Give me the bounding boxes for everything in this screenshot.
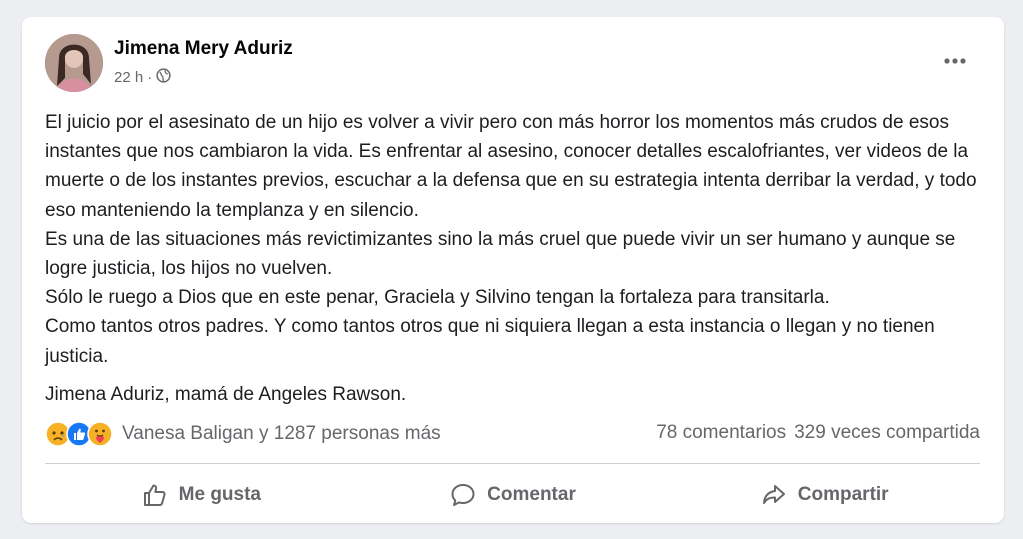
reaction-names[interactable]: Vanesa Baligan y 1287 personas más (122, 423, 441, 445)
thumbs-up-icon (143, 484, 166, 506)
comment-label: Comentar (487, 484, 576, 505)
comment-icon (451, 484, 475, 506)
like-button[interactable]: Me gusta (45, 470, 357, 520)
engagement-counts: 78 comentarios 329 veces compartida (656, 422, 980, 444)
share-label: Compartir (797, 484, 889, 505)
post-paragraph: Sólo le ruego a Dios que en este penar, … (45, 287, 830, 309)
meta-separator: · (147, 69, 153, 86)
share-button[interactable]: Compartir (668, 470, 980, 520)
post-meta: 22 h · (114, 68, 171, 87)
care-icon (87, 421, 113, 447)
like-label: Me gusta (178, 484, 262, 505)
share-icon (762, 485, 785, 504)
share-count[interactable]: 329 veces compartida (794, 422, 980, 444)
actions-divider (45, 463, 980, 464)
post-time[interactable]: 22 h (114, 69, 143, 86)
post-paragraph: El juicio por el asesinato de un hijo es… (45, 112, 977, 221)
post-paragraph: Como tantos otros padres. Y como tantos … (45, 316, 935, 367)
author-avatar[interactable] (45, 34, 103, 92)
comment-count[interactable]: 78 comentarios (656, 422, 786, 444)
reactions-summary[interactable]: Vanesa Baligan y 1287 personas más (45, 421, 441, 447)
globe-icon[interactable] (156, 68, 171, 87)
reaction-icons[interactable] (45, 421, 113, 447)
post-text: El juicio por el asesinato de un hijo es… (45, 108, 985, 409)
post-paragraph: Es una de las situaciones más revictimiz… (45, 228, 956, 280)
author-name[interactable]: Jimena Mery Aduriz (114, 38, 293, 60)
action-bar: Me gusta Comentar Compartir (45, 470, 980, 520)
post-signature: Jimena Aduriz, mamá de Angeles Rawson. (45, 383, 407, 405)
post-card: Jimena Mery Aduriz 22 h · El juicio por … (22, 17, 1004, 523)
more-options-icon[interactable] (940, 53, 970, 69)
comment-button[interactable]: Comentar (357, 470, 669, 520)
